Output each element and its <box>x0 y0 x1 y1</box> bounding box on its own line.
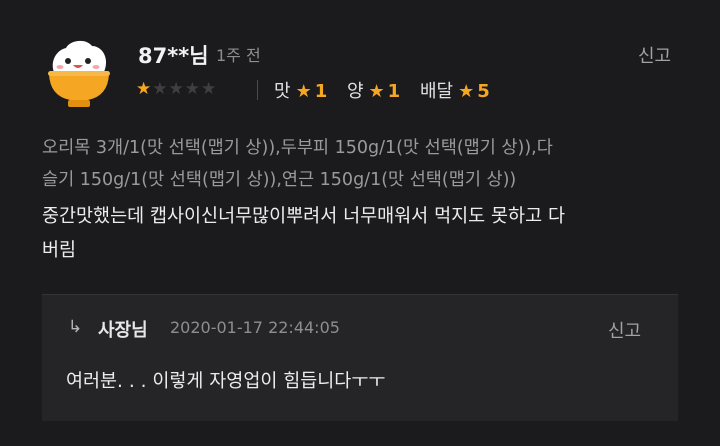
reviewer-nickname: 87**님 <box>138 44 209 68</box>
rating-label: 배달 <box>419 81 454 102</box>
rating-value: 1 <box>314 81 328 102</box>
star-empty-icon: ★ <box>168 79 185 99</box>
reply-date: 2020-01-17 22:44:05 <box>170 318 340 337</box>
report-review-button[interactable]: 신고 <box>638 42 671 68</box>
reply-arrow-icon: ↳ <box>68 317 83 337</box>
category-ratings: 맛 ★ 1 양 ★ 1 배달 ★ 5 <box>274 77 504 103</box>
overall-star-rating: ★★★★★ <box>136 79 217 99</box>
review-text-line: 중간맛했는데 캡사이신너무많이뿌려서 너무매워서 먹지도 못하고 다 <box>42 206 565 227</box>
star-empty-icon: ★ <box>184 79 201 99</box>
star-icon: ★ <box>458 81 475 102</box>
rating-value: 5 <box>477 81 490 102</box>
review-text-line: 버림 <box>42 240 77 261</box>
avatar <box>46 36 112 110</box>
star-empty-icon: ★ <box>201 79 218 99</box>
reply-text: 여러분. . . 이렇게 자영업이 힘듭니다ㅜㅜ <box>66 371 386 392</box>
rating-label: 맛 <box>274 81 291 102</box>
star-filled-icon: ★ <box>136 79 153 99</box>
divider <box>257 80 258 100</box>
review-text: 중간맛했는데 캡사이신너무많이뿌려서 너무매워서 먹지도 못하고 다 버림 <box>42 200 682 268</box>
menu-line: 오리목 3개/1(맛 선택(맵기 상)),두부피 150g/1(맛 선택(맵기 … <box>42 138 553 158</box>
reply-author: 사장님 <box>98 320 148 341</box>
rating-label: 양 <box>346 81 364 102</box>
review-card: 87**님 1주 전 신고 ★★★★★ 맛 ★ 1 양 ★ 1 배달 ★ 5 오리목 3개/… <box>0 0 720 446</box>
menu-line: 슬기 150g/1(맛 선택(맵기 상)),연근 150g/1(맛 선택(맵기 … <box>42 170 517 190</box>
owner-reply: ↳ 사장님 2020-01-17 22:44:05 신고 여러분. . . 이렇… <box>42 294 678 421</box>
rating-quantity: 양 ★ 1 <box>347 81 406 102</box>
rice-bowl-face-icon <box>48 40 110 107</box>
rating-value: 1 <box>387 81 401 102</box>
rating-taste: 맛 ★ 1 <box>274 81 333 102</box>
ordered-menu: 오리목 3개/1(맛 선택(맵기 상)),두부피 150g/1(맛 선택(맵기 … <box>42 132 682 196</box>
star-empty-icon: ★ <box>152 79 169 99</box>
rating-delivery: 배달 ★ 5 <box>420 81 490 102</box>
star-icon: ★ <box>368 81 385 102</box>
star-icon: ★ <box>295 81 312 102</box>
review-time-ago: 1주 전 <box>216 46 261 65</box>
report-reply-button[interactable]: 신고 <box>608 317 641 343</box>
